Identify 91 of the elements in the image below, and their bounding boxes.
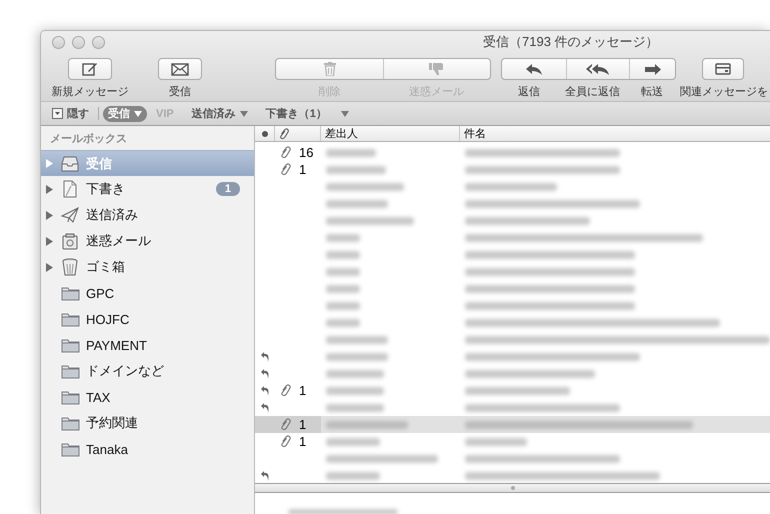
folder-icon bbox=[60, 338, 80, 352]
splitter-handle-icon bbox=[511, 486, 515, 490]
blurred-sender bbox=[326, 438, 380, 446]
mailbox-item[interactable]: 送信済み bbox=[41, 202, 254, 228]
paper-plane-icon bbox=[61, 207, 79, 223]
trash-icon bbox=[324, 62, 336, 76]
caret-icon bbox=[134, 110, 142, 116]
column-header[interactable]: 件名 bbox=[460, 126, 770, 141]
toolbar-label: 関連メッセージを bbox=[680, 85, 766, 99]
attachment-count: 16 bbox=[299, 145, 314, 160]
toolbar-label: 受信 bbox=[168, 84, 192, 99]
toolbar-label: 転送 bbox=[640, 85, 664, 99]
paperclip-icon bbox=[280, 418, 291, 431]
mailbox-favorite[interactable]: 受信 bbox=[103, 106, 147, 122]
message-row[interactable]: 1 bbox=[255, 161, 770, 178]
blurred-sender bbox=[326, 250, 360, 258]
inbox-tray-icon bbox=[61, 156, 79, 172]
message-row[interactable]: 1 bbox=[255, 433, 770, 450]
disclosure-triangle-icon[interactable] bbox=[46, 159, 53, 168]
attachment-count: 1 bbox=[299, 417, 306, 432]
disclosure-triangle-icon[interactable] bbox=[46, 184, 53, 194]
window-icon bbox=[715, 63, 731, 75]
paperclip-icon bbox=[280, 146, 291, 159]
mailbox-item[interactable]: HOJFC bbox=[41, 306, 254, 332]
attachment-count: 1 bbox=[299, 383, 306, 398]
blurred-sender bbox=[326, 234, 360, 242]
trash-can-icon bbox=[62, 258, 78, 276]
reply-icon bbox=[525, 62, 543, 76]
paperclip-icon bbox=[279, 128, 289, 140]
mailbox-favorite[interactable]: 送信済み bbox=[186, 106, 253, 122]
reply-all-icon bbox=[586, 62, 610, 76]
envelope-icon bbox=[171, 62, 189, 76]
junk-bin-icon bbox=[62, 232, 78, 250]
attachment-count: 1 bbox=[299, 434, 306, 449]
mailbox-item[interactable]: Tanaka bbox=[41, 436, 254, 462]
folder-icon bbox=[60, 416, 80, 430]
blurred-sender bbox=[326, 352, 388, 360]
pane-splitter[interactable] bbox=[255, 483, 770, 493]
mailbox-item[interactable]: ゴミ箱 bbox=[41, 254, 254, 280]
column-header[interactable]: 差出人 bbox=[321, 126, 460, 141]
disclosure-triangle-icon[interactable] bbox=[46, 236, 53, 246]
document-icon bbox=[62, 180, 78, 198]
folder-icon bbox=[60, 286, 80, 300]
caret-icon bbox=[340, 110, 349, 116]
caret-icon bbox=[240, 110, 248, 116]
unread-count-badge: 1 bbox=[216, 182, 240, 196]
blurred-sender bbox=[326, 200, 388, 208]
folder-icon bbox=[60, 442, 80, 456]
toolbar-label: 返信 bbox=[517, 85, 541, 99]
blurred-sender bbox=[326, 284, 360, 292]
attachment-count: 1 bbox=[299, 162, 306, 177]
window-title: 受信（7193 件のメッセージ） bbox=[483, 33, 659, 51]
blurred-sender bbox=[326, 166, 386, 174]
mailbox-item[interactable]: 下書き 1 bbox=[41, 176, 254, 202]
blurred-sender bbox=[326, 472, 380, 480]
folder-icon bbox=[60, 364, 80, 378]
forward-icon bbox=[644, 62, 662, 76]
mailbox-item[interactable]: 迷惑メール bbox=[41, 228, 254, 254]
blurred-sender bbox=[326, 302, 360, 310]
compose-icon bbox=[82, 62, 98, 76]
unread-dot-icon bbox=[262, 130, 268, 136]
toolbar-label: 新規メッセージ bbox=[50, 84, 130, 99]
blurred-subject bbox=[465, 438, 527, 446]
thumbs-down-icon bbox=[429, 62, 445, 76]
paperclip-icon bbox=[280, 384, 291, 397]
mailbox-favorite[interactable]: 下書き（1） bbox=[260, 106, 354, 122]
message-row[interactable]: 16 bbox=[255, 144, 770, 161]
disclosure-triangle-icon[interactable] bbox=[46, 262, 53, 272]
sidebar-heading: メールボックス bbox=[49, 132, 128, 146]
folder-icon bbox=[60, 312, 80, 326]
message-row[interactable]: 1 bbox=[255, 416, 770, 433]
mailbox-item[interactable]: ドメインなど bbox=[41, 358, 254, 384]
mailbox-item[interactable]: 予約関連 bbox=[41, 410, 254, 436]
mailbox-item[interactable]: GPC bbox=[41, 280, 254, 306]
blurred-sender bbox=[326, 404, 384, 412]
blurred-sender bbox=[326, 370, 384, 378]
message-row[interactable]: 1 bbox=[255, 382, 770, 399]
blurred-sender bbox=[326, 318, 360, 326]
paperclip-icon bbox=[280, 163, 291, 176]
paperclip-icon bbox=[280, 435, 291, 448]
hide-button[interactable]: 隠す bbox=[52, 106, 94, 122]
blurred-sender bbox=[326, 148, 376, 156]
blurred-sender bbox=[326, 386, 384, 394]
mailbox-item[interactable]: TAX bbox=[41, 384, 254, 410]
mailbox-item[interactable]: PAYMENT bbox=[41, 332, 254, 358]
toolbar-label: 全員に返信 bbox=[564, 85, 621, 99]
disclosure-triangle-icon[interactable] bbox=[46, 210, 53, 220]
folder-icon bbox=[60, 390, 80, 404]
blurred-sender bbox=[326, 336, 388, 344]
blurred-sender bbox=[326, 268, 360, 276]
collapse-icon bbox=[52, 108, 63, 119]
